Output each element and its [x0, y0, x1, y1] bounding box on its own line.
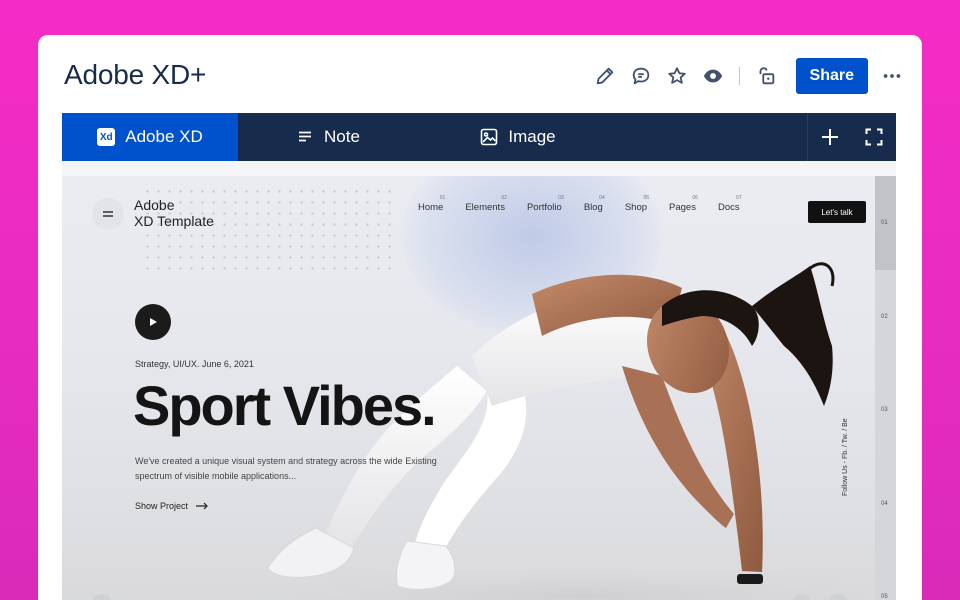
rail-item[interactable]: 02 — [881, 314, 888, 320]
preview-nav-pages[interactable]: Pages 06 — [669, 195, 698, 213]
rail-item[interactable]: 03 — [881, 407, 888, 413]
hero-description: We've created a unique visual system and… — [135, 456, 437, 481]
star-icon[interactable] — [665, 64, 689, 88]
preview-nav-portfolio[interactable]: Portfolio 03 — [527, 195, 564, 213]
page-title: Adobe XD+ — [64, 59, 207, 90]
hero-meta: Strategy, UI/UX. June 6, 2021 — [135, 359, 254, 369]
tab-label: Image — [508, 127, 556, 146]
preview-nav-blog[interactable]: Blog 04 — [584, 195, 605, 213]
rail-item[interactable]: 01 — [881, 220, 888, 226]
comment-icon[interactable] — [629, 64, 653, 88]
rail-item[interactable]: 04 — [881, 501, 888, 507]
play-button[interactable] — [135, 304, 171, 340]
preview-brand: Adobe XD Template — [134, 197, 214, 229]
rail-item[interactable]: 05 — [881, 594, 888, 600]
section-rail: 01 02 03 04 05 — [875, 176, 896, 600]
image-icon — [480, 128, 498, 146]
lets-talk-button[interactable]: Let's talk — [808, 201, 866, 223]
tab-note[interactable]: Note — [238, 113, 418, 161]
social-links: Follow Us - Fb. / Tw. / Be — [842, 418, 849, 496]
preview-nav-home[interactable]: Home 01 — [418, 195, 445, 213]
share-button[interactable]: Share — [795, 58, 868, 94]
preview-nav-docs[interactable]: Docs 07 — [718, 195, 742, 213]
restrictions-icon[interactable] — [754, 64, 778, 88]
actions-divider — [738, 67, 740, 85]
preview-nav-elements[interactable]: Elements 02 — [465, 195, 507, 213]
watch-icon[interactable] — [701, 64, 725, 88]
tab-label: Note — [324, 127, 360, 146]
xd-artboard[interactable]: Adobe XD Template Home 01 Elements 02 Port… — [62, 176, 896, 600]
preview-nav: Home 01 Elements 02 Portfolio 03 Blog 04 Sho… — [418, 195, 762, 213]
note-icon — [296, 128, 314, 146]
hero-title: Sport Vibes. — [133, 374, 437, 437]
xd-preview: Adobe XD Template Home 01 Elements 02 Port… — [62, 161, 896, 600]
tab-adobe-xd[interactable]: Xd Adobe XD — [62, 113, 238, 161]
preview-nav-shop[interactable]: Shop 05 — [625, 195, 649, 213]
xd-logo-icon: Xd — [97, 128, 116, 146]
page-card: Adobe XD+ Share Xd Adobe XD Note Image A… — [38, 35, 922, 600]
more-icon[interactable] — [880, 64, 904, 88]
tab-label: Adobe XD — [125, 127, 203, 146]
show-project-link[interactable]: Show Project — [135, 501, 208, 511]
page-actions: Share — [581, 58, 904, 94]
edit-icon[interactable] — [593, 64, 617, 88]
add-icon[interactable] — [808, 113, 852, 161]
arrow-right-icon — [196, 502, 208, 510]
fullscreen-icon[interactable] — [852, 113, 896, 161]
tab-image[interactable]: Image — [418, 113, 618, 161]
menu-button[interactable] — [92, 198, 124, 230]
embed-tabbar: Xd Adobe XD Note Image — [62, 113, 896, 161]
